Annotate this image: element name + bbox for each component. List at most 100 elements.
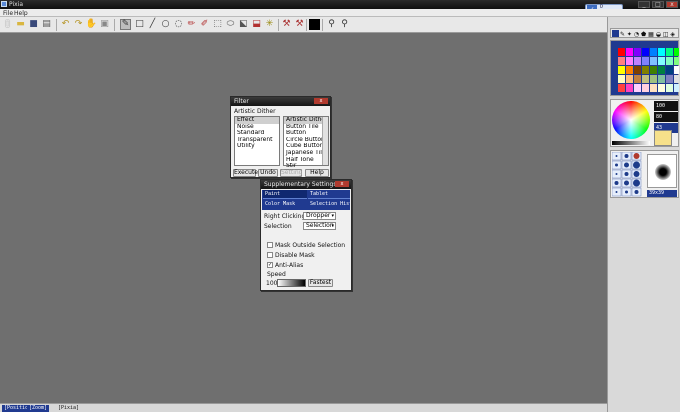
palette-swatch[interactable] (658, 57, 665, 65)
tool-strip-icons[interactable]: ✎ ✦ ◔ ⬟ ▦ ◒ ◫ ◈ (612, 30, 679, 38)
palette-swatch[interactable] (642, 57, 649, 65)
palette-swatch[interactable] (642, 84, 649, 92)
save-icon[interactable]: ■ (28, 19, 39, 30)
palette-swatch[interactable] (618, 57, 625, 65)
layer-icon[interactable]: ⚒ (281, 19, 292, 30)
list-item[interactable]: Standard (235, 130, 279, 137)
menu-file[interactable]: File (3, 10, 13, 17)
new-file-icon[interactable]: ▯ (2, 19, 13, 30)
tab-tablet[interactable]: Tablet (308, 190, 350, 199)
lasso-tool-icon[interactable]: ◌ (173, 19, 184, 30)
red-pen-icon[interactable]: ✏ (186, 19, 197, 30)
zoom-in-icon[interactable]: ⚲ (326, 19, 337, 30)
palette-swatch[interactable] (658, 75, 665, 83)
list-item[interactable]: Utility (235, 143, 279, 150)
sparkle-icon[interactable]: ✳ (264, 19, 275, 30)
palette-swatch[interactable] (626, 84, 633, 92)
palette-swatch[interactable] (642, 75, 649, 83)
list-item[interactable]: Effect (235, 117, 279, 124)
brush-icon[interactable]: ✐ (199, 19, 210, 30)
list-item[interactable]: Transparent (235, 137, 279, 144)
selection-select[interactable]: Selection ▾ (303, 222, 336, 230)
brightness-slider[interactable] (612, 141, 650, 145)
line-tool-icon[interactable]: ╱ (147, 19, 158, 30)
rectangle-tool-icon[interactable]: □ (134, 19, 145, 30)
hand-icon[interactable]: ✋ (86, 19, 97, 30)
palette-swatch[interactable] (634, 48, 641, 56)
palette-swatch[interactable] (674, 75, 679, 83)
palette-swatch[interactable] (634, 84, 641, 92)
disable-mask-checkbox[interactable] (267, 252, 273, 258)
fastest-button[interactable]: Fastest (308, 279, 333, 287)
right-clicking-select[interactable]: Dropper ▾ (303, 212, 336, 220)
red-value[interactable]: 100 (654, 101, 678, 111)
select-free-icon[interactable]: ⬭ (225, 19, 236, 30)
color-palette[interactable] (610, 40, 679, 96)
green-value[interactable]: 80 (654, 112, 678, 122)
palette-swatch[interactable] (666, 84, 673, 92)
palette-swatch[interactable] (666, 48, 673, 56)
palette-swatch[interactable] (674, 57, 679, 65)
supp-close-button[interactable]: x (335, 181, 349, 187)
palette-swatch[interactable] (634, 75, 641, 83)
list-item[interactable]: Noise (235, 124, 279, 131)
brush-size-value[interactable]: 39x39 (647, 190, 677, 197)
filter-category-list[interactable]: Effect Noise Standard Transparent Utility (234, 116, 280, 166)
print-icon[interactable]: ▤ (41, 19, 52, 30)
open-folder-icon[interactable]: ▬ (15, 19, 26, 30)
layer-merge-icon[interactable]: ⚒ (294, 19, 305, 30)
palette-swatch[interactable] (618, 84, 625, 92)
palette-swatch[interactable] (650, 57, 657, 65)
palette-swatch[interactable] (650, 48, 657, 56)
palette-swatch[interactable] (626, 57, 633, 65)
select-rect-icon[interactable]: ⬚ (212, 19, 223, 30)
close-button[interactable]: x (666, 1, 678, 8)
tab-selection-histo[interactable]: Selection Histo (308, 200, 350, 209)
filter-list-scrollbar[interactable] (322, 117, 328, 165)
select-wand-icon[interactable]: ⬕ (238, 19, 249, 30)
palette-swatch[interactable] (674, 66, 679, 74)
palette-swatch[interactable] (642, 48, 649, 56)
palette-swatch[interactable] (658, 84, 665, 92)
tab-color-mask[interactable]: Color Mask (263, 200, 307, 209)
palette-swatch[interactable] (634, 57, 641, 65)
color-wheel[interactable] (612, 101, 650, 139)
ellipse-tool-icon[interactable]: ○ (160, 19, 171, 30)
clipboard-icon[interactable]: ▣ (99, 19, 110, 30)
undo-icon[interactable]: ↶ (60, 19, 71, 30)
palette-swatch[interactable] (626, 75, 633, 83)
palette-swatch[interactable] (658, 66, 665, 74)
palette-swatch[interactable] (666, 57, 673, 65)
palette-grid[interactable] (612, 42, 679, 96)
tab-paint[interactable]: Paint (263, 190, 307, 199)
palette-swatch[interactable] (618, 66, 625, 74)
mask-outside-checkbox[interactable] (267, 242, 273, 248)
palette-swatch[interactable] (650, 75, 657, 83)
maximize-button[interactable]: □ (652, 1, 664, 8)
palette-swatch[interactable] (674, 84, 679, 92)
palette-swatch[interactable] (666, 66, 673, 74)
palette-swatch[interactable] (650, 66, 657, 74)
palette-swatch[interactable] (634, 66, 641, 74)
palette-swatch[interactable] (626, 66, 633, 74)
filter-close-button[interactable]: x (314, 98, 328, 104)
speed-slider[interactable] (277, 279, 306, 287)
redo-icon[interactable]: ↷ (73, 19, 84, 30)
palette-swatch[interactable] (618, 75, 625, 83)
undo-button[interactable]: Undo (258, 169, 278, 177)
anti-alias-checkbox[interactable]: ✓ (267, 262, 273, 268)
palette-swatch[interactable] (666, 75, 673, 83)
palette-swatch[interactable] (658, 48, 665, 56)
zoom-out-icon[interactable]: ⚲ (339, 19, 350, 30)
palette-swatch[interactable] (618, 48, 625, 56)
color-swatch[interactable] (309, 19, 320, 30)
setting-button[interactable]: Setting (280, 169, 302, 177)
pen-tool-icon[interactable]: ✎ (120, 19, 131, 30)
transform-icon[interactable]: ⬓ (251, 19, 262, 30)
minimize-button[interactable]: _ (638, 1, 650, 8)
menu-help[interactable]: Help (14, 10, 28, 17)
brush-grid[interactable] (612, 152, 642, 198)
help-button[interactable]: Help (305, 169, 329, 177)
palette-swatch[interactable] (650, 84, 657, 92)
palette-swatch[interactable] (626, 48, 633, 56)
